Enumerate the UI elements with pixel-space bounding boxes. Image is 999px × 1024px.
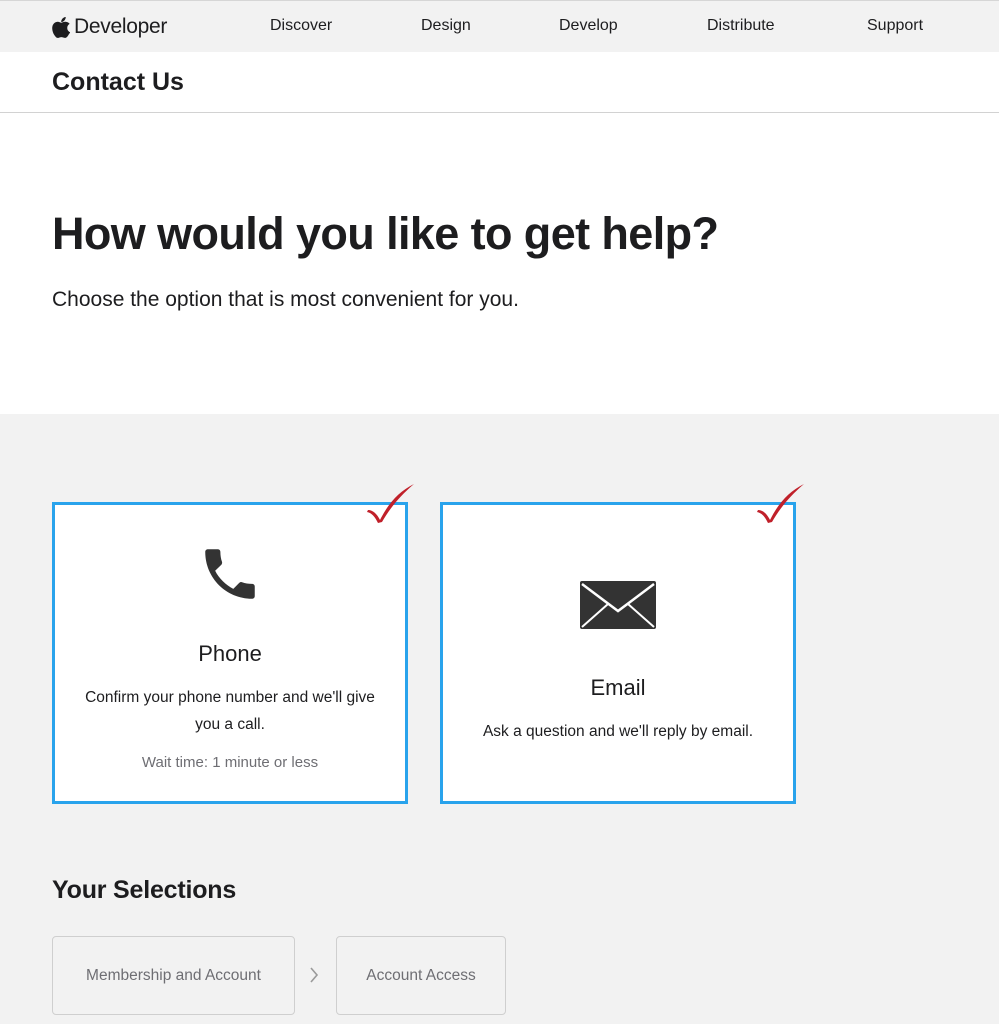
checkmark-icon: [364, 480, 416, 529]
brand-label: Developer: [74, 15, 168, 38]
chevron-right-icon: [309, 966, 319, 989]
page-title: How would you like to get help?: [52, 208, 719, 259]
email-option-card[interactable]: Email Ask a question and we'll reply by …: [440, 502, 796, 804]
phone-option-title: Phone: [198, 641, 262, 666]
envelope-icon: [580, 581, 656, 634]
nav-link-design[interactable]: Design: [421, 17, 471, 35]
checkmark-icon: [754, 480, 806, 529]
email-option-title: Email: [590, 675, 646, 700]
email-option-description: Ask a question and we'll reply by email.: [482, 723, 754, 740]
phone-icon: [197, 540, 263, 613]
nav-link-discover[interactable]: Discover: [270, 17, 332, 35]
local-nav: Contact Us: [0, 52, 999, 113]
global-nav: Developer Discover Design Develop Distri…: [0, 0, 999, 52]
selection-chip-membership[interactable]: Membership and Account: [52, 936, 295, 1015]
nav-link-support[interactable]: Support: [867, 17, 923, 35]
phone-wait-time: Wait time: 1 minute or less: [141, 754, 319, 771]
page-section-title: Contact Us: [52, 68, 184, 96]
developer-home-link[interactable]: Developer: [52, 13, 167, 41]
phone-option-card[interactable]: Phone Confirm your phone number and we'l…: [52, 502, 408, 804]
page-subtitle: Choose the option that is most convenien…: [52, 288, 519, 311]
selection-chip-account-access[interactable]: Account Access: [336, 936, 506, 1015]
apple-logo-icon: [52, 16, 70, 38]
nav-link-distribute[interactable]: Distribute: [707, 17, 775, 35]
page: Developer Discover Design Develop Distri…: [0, 0, 999, 1024]
phone-option-description: Confirm your phone number and we'll give…: [85, 689, 375, 733]
your-selections-heading: Your Selections: [52, 876, 237, 904]
nav-link-develop[interactable]: Develop: [559, 17, 618, 35]
